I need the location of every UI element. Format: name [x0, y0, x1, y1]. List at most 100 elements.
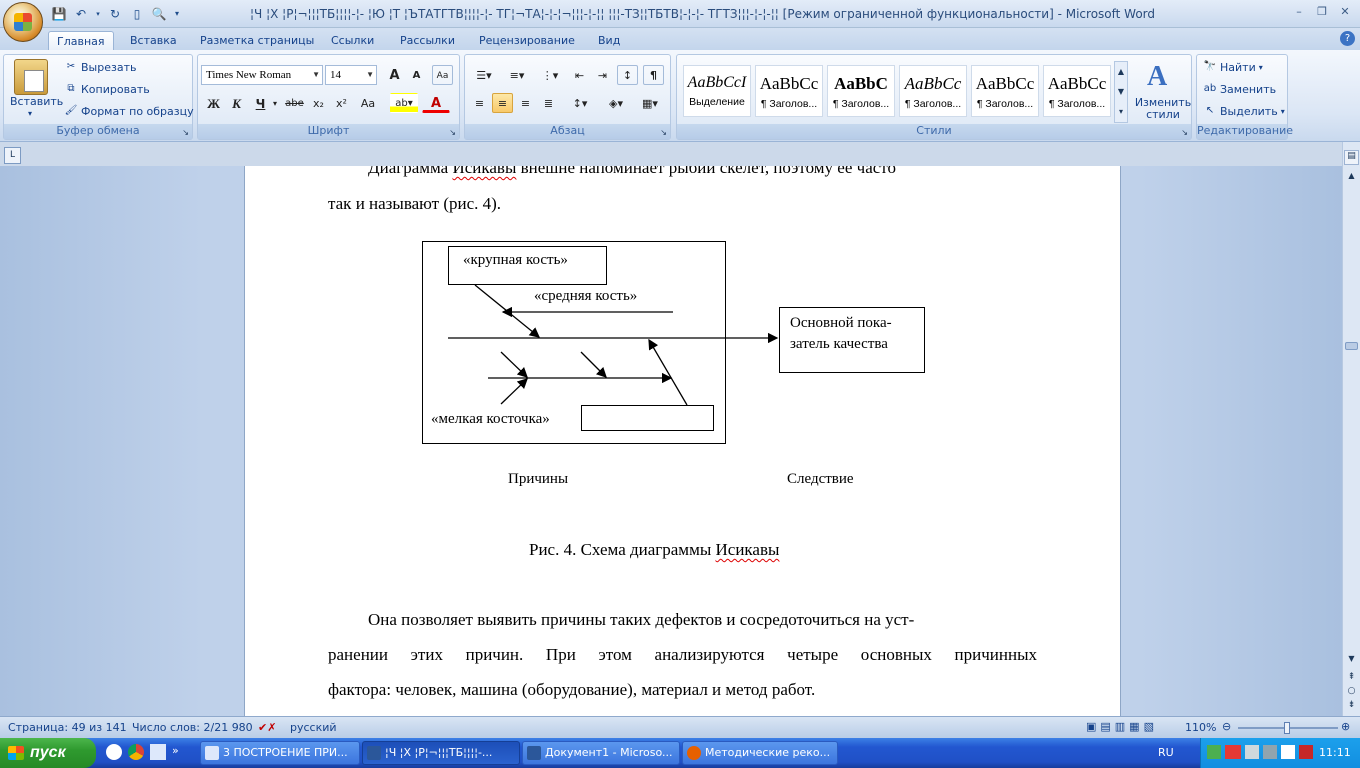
tray-app-icon[interactable] [1263, 745, 1277, 759]
more-icon[interactable]: » [172, 744, 179, 760]
line-spacing-icon[interactable]: ↕▾ [565, 93, 595, 113]
vertical-scrollbar[interactable]: ▤ ▲ ▼ ⇞ ○ ⇟ [1342, 142, 1360, 716]
underline-dropdown-icon[interactable]: ▾ [270, 93, 280, 113]
grow-font-button[interactable]: A [384, 65, 405, 85]
style-heading2[interactable]: AaBbC ¶ Заголов... [827, 65, 895, 117]
paste-button[interactable]: Вставить [10, 95, 63, 108]
tab-insert[interactable]: Вставка [122, 31, 185, 50]
highlight-icon[interactable]: ab▾ [390, 93, 418, 113]
minimize-button[interactable]: – [1288, 3, 1310, 21]
ruler-toggle-icon[interactable]: ▤ [1344, 150, 1359, 165]
tab-review[interactable]: Рецензирование [471, 31, 583, 50]
language[interactable]: русский [290, 721, 337, 734]
decrease-indent-icon[interactable]: ⇤ [569, 65, 590, 85]
zoom-out-icon[interactable]: ⊖ [1222, 720, 1231, 733]
media-player-icon[interactable] [106, 744, 122, 760]
task-button[interactable]: Методические реко... [682, 741, 838, 765]
antivirus-icon[interactable] [1225, 745, 1241, 759]
replace-button[interactable]: ab Заменить [1203, 82, 1276, 96]
style-heading5[interactable]: AaBbCc ¶ Заголов... [1043, 65, 1111, 117]
network-icon[interactable] [1207, 745, 1221, 759]
office-button[interactable] [3, 2, 43, 42]
numbering-icon[interactable]: ≡▾ [502, 65, 532, 85]
style-emphasis[interactable]: AaBbCcI Выделение [683, 65, 751, 117]
italic-button[interactable]: К [226, 93, 247, 113]
restore-button[interactable]: ❐ [1311, 3, 1333, 21]
borders-icon[interactable]: ▦▾ [635, 93, 665, 113]
paste-dropdown-icon[interactable]: ▾ [28, 109, 32, 118]
find-button[interactable]: 🔭 Найти ▾ [1203, 60, 1263, 74]
tab-view[interactable]: Вид [590, 31, 628, 50]
align-center-icon[interactable]: ≡ [492, 93, 513, 113]
clear-format-icon[interactable]: Aa [432, 65, 453, 85]
save-icon[interactable]: 💾 [50, 6, 68, 22]
word-count[interactable]: Число слов: 2/21 980 [132, 721, 253, 734]
tab-home[interactable]: Главная [48, 31, 114, 50]
task-button[interactable]: ¦Ч ¦Х ¦Р¦¬¦¦¦ТБ¦¦¦¦-... [362, 741, 520, 765]
undo-icon[interactable]: ↶ [72, 6, 90, 22]
style-heading1[interactable]: AaBbCc ¶ Заголов... [755, 65, 823, 117]
browse-object-icon[interactable]: ○ [1344, 686, 1359, 700]
select-button[interactable]: ↖ Выделить ▾ [1203, 104, 1285, 118]
volume-icon[interactable] [1281, 745, 1295, 759]
change-styles-button[interactable]: Изменить стили [1135, 97, 1191, 121]
format-painter-button[interactable]: 🖌 Формат по образцу [64, 104, 194, 118]
font-launcher-icon[interactable]: ↘ [449, 128, 456, 137]
desktop-icon[interactable] [150, 744, 166, 760]
document-page[interactable]: Диаграмма Исикавы внешне напоминает рыби… [244, 166, 1121, 716]
paragraph-launcher-icon[interactable]: ↘ [660, 128, 667, 137]
font-color-icon[interactable]: A [422, 93, 450, 113]
zoom-in-icon[interactable]: ⊕ [1341, 720, 1350, 733]
next-page-icon[interactable]: ⇟ [1344, 700, 1359, 714]
tab-selector-icon[interactable]: L [4, 147, 21, 164]
tab-page-layout[interactable]: Разметка страницы [192, 31, 322, 50]
prev-page-icon[interactable]: ⇞ [1344, 672, 1359, 686]
style-heading4[interactable]: AaBbCc ¶ Заголов... [971, 65, 1039, 117]
bold-button[interactable]: Ж [203, 93, 224, 113]
style-heading3[interactable]: AaBbCc ¶ Заголов... [899, 65, 967, 117]
proofing-icon[interactable]: ✔✗ [258, 721, 276, 734]
keyboard-language[interactable]: RU [1158, 746, 1174, 759]
customize-qat-icon[interactable]: ▾ [172, 6, 182, 22]
clipboard-launcher-icon[interactable]: ↘ [182, 128, 189, 137]
close-button[interactable]: ✕ [1334, 3, 1356, 21]
subscript-button[interactable]: x₂ [308, 93, 329, 113]
styles-scroll[interactable]: ▲ ▼ ▾ [1114, 61, 1128, 123]
font-size-combo[interactable]: 14 ▼ [325, 65, 377, 85]
sort-icon[interactable]: ↕ [617, 65, 638, 85]
scroll-down-icon[interactable]: ▼ [1344, 654, 1359, 668]
start-button[interactable]: пуск [0, 738, 96, 768]
change-case-button[interactable]: Aa [355, 93, 381, 113]
help-icon[interactable]: ? [1340, 31, 1355, 46]
tab-references[interactable]: Ссылки [323, 31, 382, 50]
new-document-icon[interactable]: ▯ [128, 6, 146, 22]
zoom-level[interactable]: 110% [1185, 721, 1216, 734]
strikethrough-button[interactable]: abe [284, 93, 305, 113]
undo-dropdown-icon[interactable]: ▾ [94, 6, 102, 22]
browser-icon[interactable] [128, 744, 144, 760]
paste-icon[interactable] [14, 59, 48, 95]
tab-mailings[interactable]: Рассылки [392, 31, 463, 50]
align-right-icon[interactable]: ≡ [515, 93, 536, 113]
multilevel-list-icon[interactable]: ⋮▾ [535, 65, 565, 85]
tray-app-icon[interactable] [1245, 745, 1259, 759]
font-name-combo[interactable]: Times New Roman ▼ [201, 65, 323, 85]
bullets-icon[interactable]: ☰▾ [469, 65, 499, 85]
redo-icon[interactable]: ↻ [106, 6, 124, 22]
view-buttons[interactable]: ▣▤▥▦▧ [1086, 720, 1158, 733]
underline-button[interactable]: Ч [250, 93, 271, 113]
increase-indent-icon[interactable]: ⇥ [592, 65, 613, 85]
shading-icon[interactable]: ◈▾ [601, 93, 631, 113]
copy-button[interactable]: ⧉ Копировать [64, 82, 149, 96]
styles-launcher-icon[interactable]: ↘ [1181, 128, 1188, 137]
zoom-thumb[interactable] [1284, 722, 1290, 734]
kaspersky-icon[interactable] [1299, 745, 1313, 759]
task-button[interactable]: Документ1 - Microso... [522, 741, 680, 765]
show-marks-button[interactable]: ¶ [643, 65, 664, 85]
print-preview-icon[interactable]: 🔍 [150, 6, 168, 22]
align-left-icon[interactable]: ≡ [469, 93, 490, 113]
shrink-font-button[interactable]: A [406, 65, 427, 85]
justify-icon[interactable]: ≣ [538, 93, 559, 113]
superscript-button[interactable]: x² [331, 93, 352, 113]
cut-button[interactable]: ✂ Вырезать [64, 60, 137, 74]
